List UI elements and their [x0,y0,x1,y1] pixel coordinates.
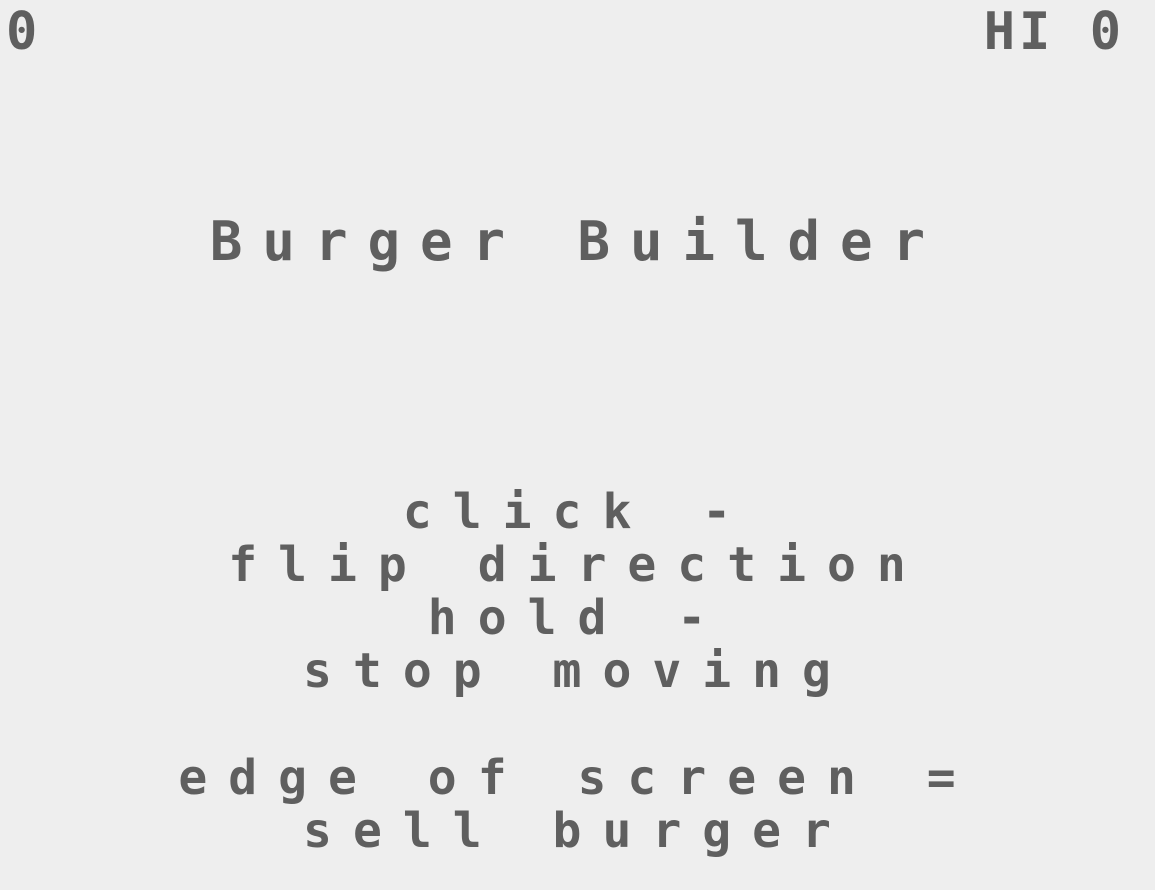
instruction-flip-direction: flip direction [228,537,927,593]
instruction-click: click - [402,484,753,540]
instruction-hold: hold - [427,590,728,646]
high-score-label: HI [983,2,1055,62]
instruction-sell-burger: sell burger [303,803,852,859]
game-title: Burger Builder [209,210,946,273]
game-screen[interactable]: 0 HI 0 Burger Builder click - flip direc… [0,0,1155,890]
score-display: 0 [6,2,38,62]
high-score-display: HI 0 [984,6,1125,58]
instruction-edge-of-screen: edge of screen = [178,750,977,806]
high-score-value: 0 [1089,2,1125,62]
instruction-stop-moving: stop moving [303,643,852,699]
